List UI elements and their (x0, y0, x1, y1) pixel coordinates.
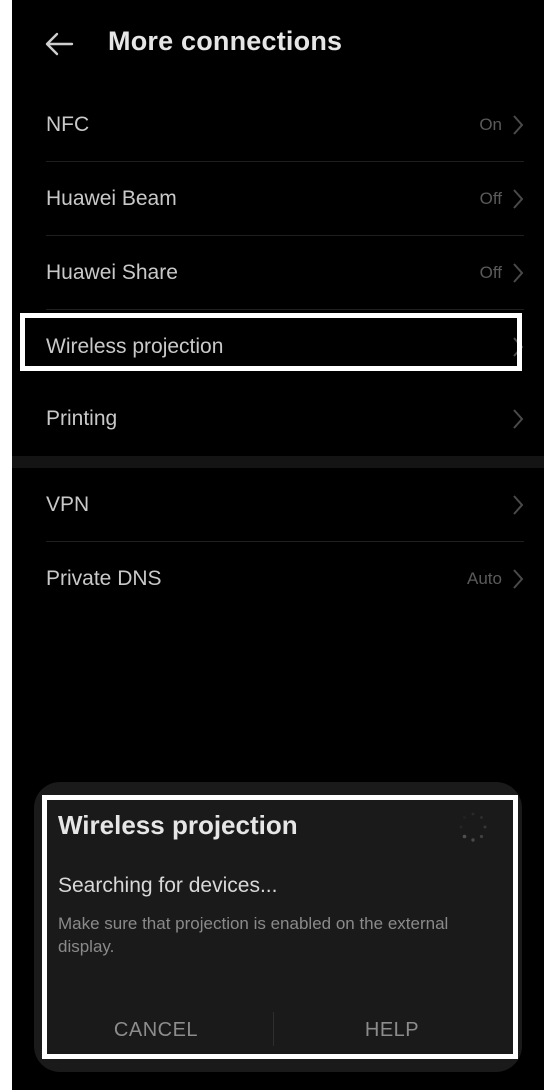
row-label: Printing (46, 407, 118, 430)
group-separator (12, 456, 544, 468)
loading-spinner-icon (456, 810, 490, 844)
cancel-button[interactable]: CANCEL (50, 1010, 262, 1050)
row-value: Auto (467, 569, 502, 588)
chevron-right-icon (512, 188, 524, 210)
nfc-row[interactable]: NFC On (12, 88, 544, 162)
row-label: Private DNS (46, 567, 162, 590)
row-label: NFC (46, 113, 90, 136)
dialog-title: Wireless projection (58, 810, 298, 840)
help-button[interactable]: HELP (286, 1010, 498, 1050)
wireless-projection-row[interactable]: Wireless projection (12, 310, 544, 384)
chevron-right-icon (512, 494, 524, 516)
huawei-beam-row[interactable]: Huawei Beam Off (12, 162, 544, 236)
button-divider (273, 1012, 274, 1046)
vpn-row[interactable]: VPN (12, 468, 544, 542)
chevron-right-icon (512, 568, 524, 590)
row-label: Wireless projection (46, 335, 224, 358)
chevron-right-icon (512, 336, 524, 358)
row-label: Huawei Beam (46, 187, 177, 210)
printing-row[interactable]: Printing (12, 382, 544, 456)
page-title: More connections (108, 26, 343, 56)
chevron-right-icon (512, 408, 524, 430)
row-label: VPN (46, 493, 90, 516)
row-value: Off (479, 189, 502, 208)
row-label: Huawei Share (46, 261, 178, 284)
chevron-right-icon (512, 114, 524, 136)
header: More connections (12, 0, 544, 88)
row-value: Off (479, 263, 502, 282)
back-arrow-icon[interactable] (42, 26, 78, 62)
row-value: On (479, 115, 502, 134)
private-dns-row[interactable]: Private DNS Auto (12, 542, 544, 616)
dialog-status-text: Searching for devices... (58, 874, 278, 897)
dialog-message: Make sure that projection is enabled on … (58, 914, 449, 956)
huawei-share-row[interactable]: Huawei Share Off (12, 236, 544, 310)
chevron-right-icon (512, 262, 524, 284)
